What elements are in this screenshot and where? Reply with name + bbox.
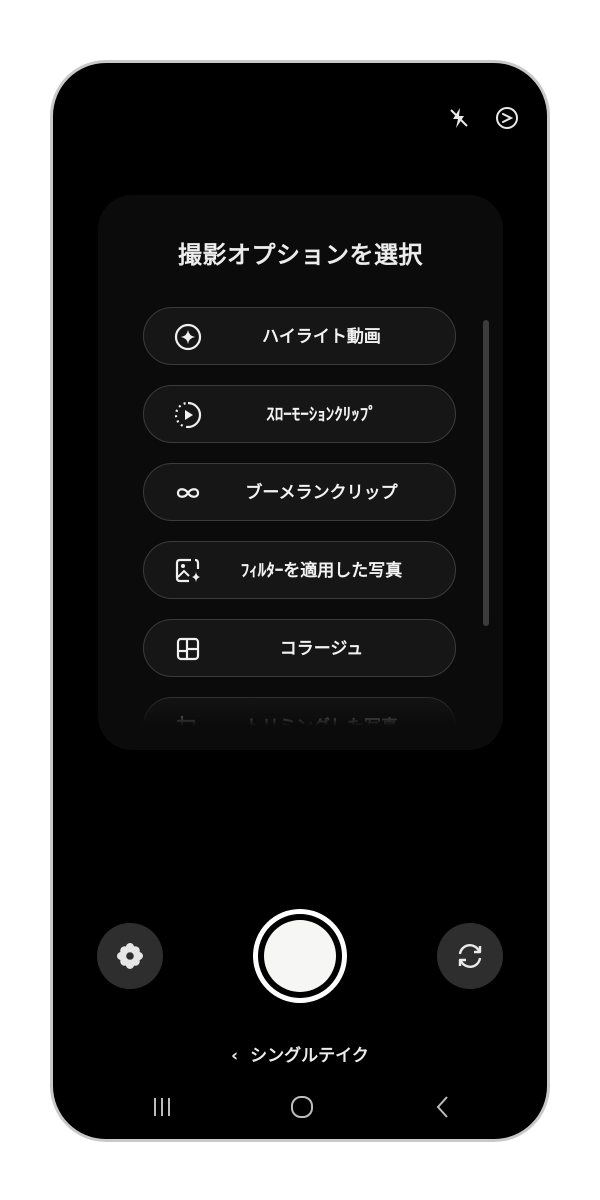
option-label: トリミングした写真	[245, 717, 398, 730]
collage-icon	[176, 637, 200, 661]
home-icon[interactable]	[289, 1093, 315, 1121]
chevron-left-icon[interactable]: ‹	[231, 1046, 238, 1066]
option-collage[interactable]: コラージュ	[143, 619, 456, 677]
image-sparkle-icon	[175, 558, 200, 583]
shutter-inner	[264, 920, 336, 992]
switch-camera-button[interactable]	[437, 923, 503, 989]
camera-screen: 撮影オプションを選択 ハイライト動画 ｽﾛｰﾓｰｼｮﾝｸﾘｯﾌﾟ ブーメランクリ…	[53, 63, 547, 1139]
options-scrollbar[interactable]	[483, 320, 489, 626]
option-label: ｽﾛｰﾓｰｼｮﾝｸﾘｯﾌﾟ	[266, 405, 377, 425]
infinity-icon	[176, 488, 200, 498]
option-label: ﾌｨﾙﾀｰを適用した写真	[240, 561, 403, 581]
flower-button[interactable]	[97, 923, 163, 989]
sparkle-circle-icon	[174, 323, 202, 351]
panel-title: 撮影オプションを選択	[178, 241, 423, 269]
shooting-options-panel: 撮影オプションを選択 ハイライト動画 ｽﾛｰﾓｰｼｮﾝｸﾘｯﾌﾟ ブーメランクリ…	[98, 195, 503, 750]
flash-off-icon[interactable]	[446, 105, 472, 131]
recents-icon[interactable]	[150, 1093, 174, 1121]
option-cropped-photo[interactable]: トリミングした写真	[143, 697, 456, 730]
shutter-button[interactable]	[253, 909, 347, 1003]
crop-icon	[177, 716, 196, 730]
option-label: ハイライト動画	[262, 327, 381, 347]
switch-camera-icon	[458, 944, 482, 968]
play-circle-icon	[174, 401, 202, 429]
timer-icon[interactable]	[494, 105, 520, 131]
mode-label: シングルテイク	[250, 1046, 369, 1066]
back-icon[interactable]	[431, 1093, 455, 1121]
option-label: ブーメランクリップ	[245, 483, 398, 503]
flower-icon	[117, 943, 143, 969]
option-boomerang-clip[interactable]: ブーメランクリップ	[143, 463, 456, 521]
option-slow-motion-clip[interactable]: ｽﾛｰﾓｰｼｮﾝｸﾘｯﾌﾟ	[143, 385, 456, 443]
option-highlight-video[interactable]: ハイライト動画	[143, 307, 456, 365]
mode-selector[interactable]: ‹ シングルテイク	[53, 1041, 547, 1066]
options-list[interactable]: ハイライト動画 ｽﾛｰﾓｰｼｮﾝｸﾘｯﾌﾟ ブーメランクリップ ﾌｨﾙﾀｰを適用…	[143, 307, 456, 730]
option-filtered-photo[interactable]: ﾌｨﾙﾀｰを適用した写真	[143, 541, 456, 599]
option-label: コラージュ	[279, 639, 364, 659]
